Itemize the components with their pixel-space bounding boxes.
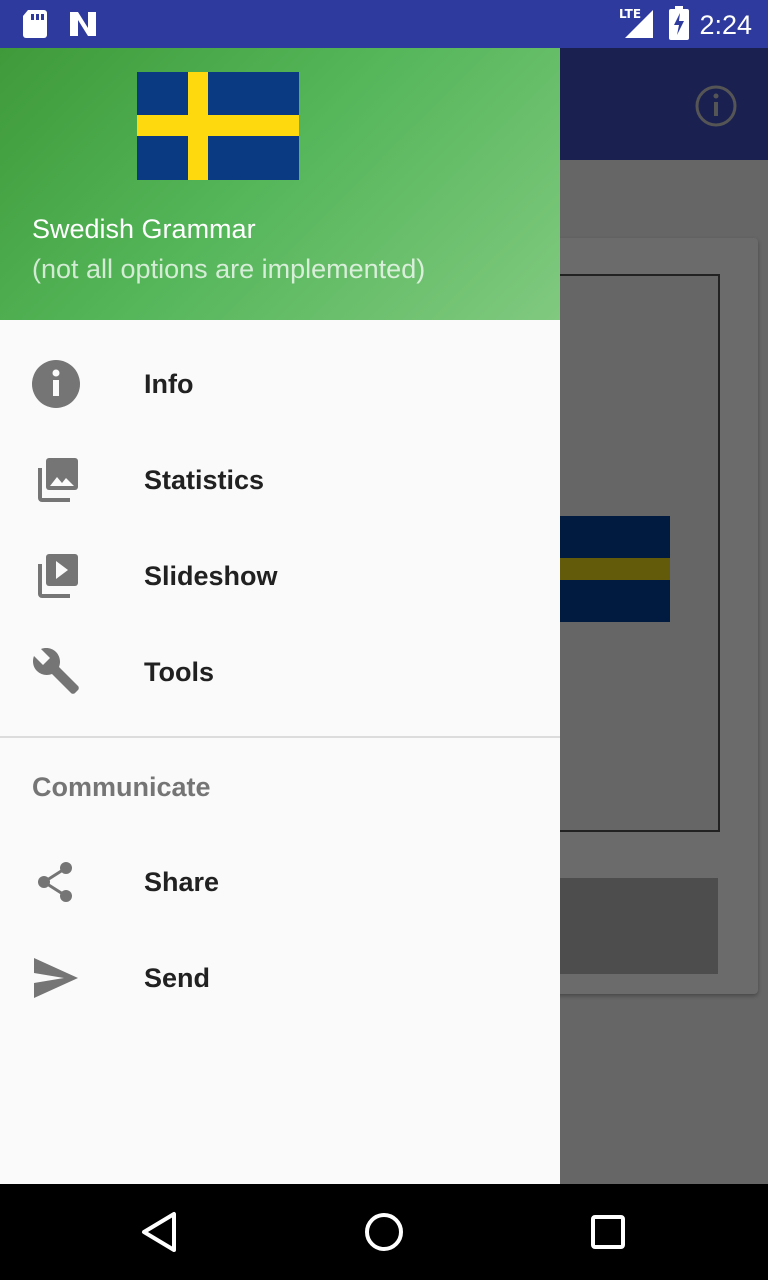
status-time: 2:24 [699, 10, 752, 40]
menu-item-label: Statistics [144, 464, 265, 495]
signal-icon: LTE [619, 6, 659, 45]
menu-item-share[interactable]: Share [0, 834, 560, 930]
menu-item-label: Slideshow [144, 560, 278, 591]
menu-item-tools[interactable]: Tools [0, 624, 560, 720]
menu-item-info[interactable]: Info [0, 336, 560, 432]
section-title: Communicate [32, 772, 211, 802]
drawer-subtitle: (not all options are implemented) [32, 254, 426, 284]
home-icon[interactable] [360, 1208, 408, 1256]
sd-card-icon [22, 10, 48, 43]
battery-charging-icon [669, 6, 690, 45]
menu-item-label: Tools [144, 656, 214, 687]
drawer-title: Swedish Grammar [32, 214, 256, 244]
share-icon [32, 858, 80, 906]
menu-item-slideshow[interactable]: Slideshow [0, 528, 560, 624]
send-icon [32, 954, 80, 1002]
photo-library-icon [32, 456, 80, 504]
section-header-communicate: Communicate [0, 738, 560, 834]
system-nav-bar [0, 1184, 768, 1280]
drawer-header: Swedish Grammar (not all options are imp… [0, 48, 560, 320]
back-icon[interactable] [136, 1208, 184, 1256]
info-icon[interactable] [694, 84, 737, 127]
navigation-drawer: Swedish Grammar (not all options are imp… [0, 48, 560, 1184]
status-bar: LTE 2:24 [0, 0, 768, 48]
info-icon [32, 360, 80, 408]
recents-icon[interactable] [584, 1208, 632, 1256]
menu-item-label: Info [144, 368, 194, 399]
drawer-menu: Info Statistics Slideshow Tools Communic… [0, 336, 560, 1026]
wrench-icon [32, 648, 80, 696]
slideshow-icon [32, 552, 80, 600]
menu-item-label: Send [144, 962, 211, 993]
menu-item-statistics[interactable]: Statistics [0, 432, 560, 528]
swedish-flag-icon [137, 72, 299, 180]
n-notification-icon [68, 10, 98, 43]
menu-item-send[interactable]: Send [0, 930, 560, 1026]
menu-item-label: Share [144, 866, 220, 897]
network-label: LTE [619, 7, 641, 21]
